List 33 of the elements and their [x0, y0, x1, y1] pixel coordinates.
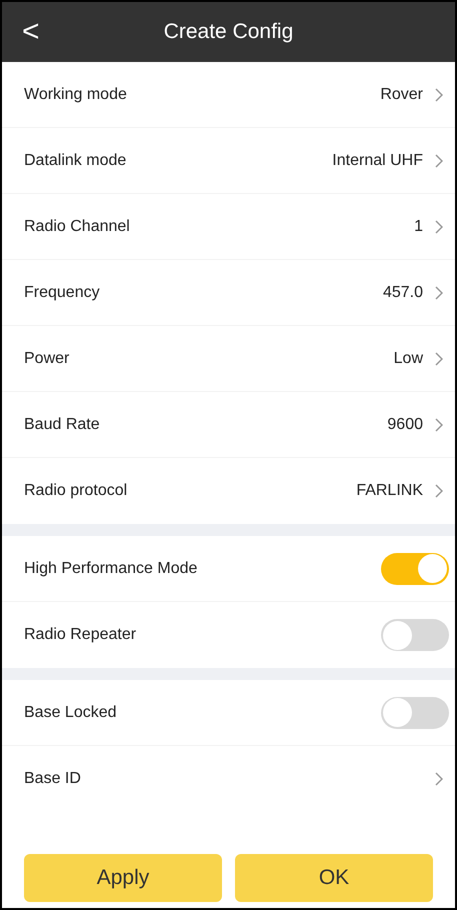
setting-label: Radio protocol [24, 481, 128, 501]
setting-label: Frequency [24, 282, 101, 302]
setting-label: Power [24, 348, 70, 368]
setting-value: Low [394, 348, 423, 368]
setting-label: Datalink mode [24, 150, 128, 170]
chevron-right-icon [435, 352, 443, 366]
toggle-switch[interactable] [381, 619, 449, 651]
chevron-right-icon [435, 418, 443, 432]
chevron-right-icon [435, 154, 443, 168]
setting-value: FARLINK [356, 481, 423, 501]
action-button[interactable]: Apply [24, 854, 222, 902]
setting-label: Base Locked [24, 702, 118, 722]
chevron-right-icon [435, 286, 443, 300]
setting-label: Base ID [24, 769, 82, 789]
chevron-right-icon [435, 220, 443, 234]
setting-value: 9600 [387, 414, 423, 434]
setting-label: High Performance Mode [24, 558, 198, 578]
toggle-switch[interactable] [381, 552, 449, 584]
setting-label: Radio Channel [24, 216, 131, 236]
setting-value: 457.0 [382, 282, 423, 302]
chevron-right-icon [435, 88, 443, 102]
toggle-switch[interactable] [381, 696, 449, 728]
setting-label: Baud Rate [24, 414, 101, 434]
screen-title: Create Config [164, 19, 294, 46]
chevron-right-icon [435, 772, 443, 786]
chevron-right-icon [435, 484, 443, 498]
action-button[interactable]: OK [235, 854, 433, 902]
setting-label: Radio Repeater [24, 625, 138, 645]
back-button[interactable]: < [22, 17, 52, 47]
setting-label: Working mode [24, 84, 128, 104]
setting-value: Internal UHF [332, 150, 423, 170]
setting-value: Rover [380, 84, 423, 104]
setting-value: 1 [414, 216, 423, 236]
